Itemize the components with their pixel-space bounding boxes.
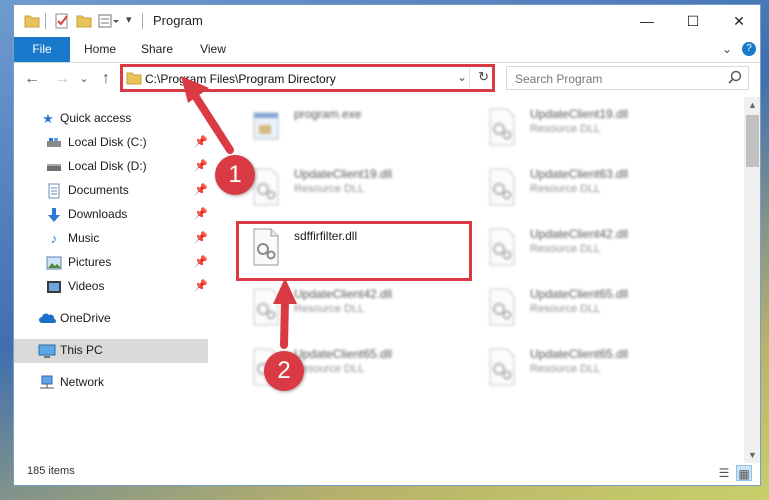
step-2-callout: 2 (264, 351, 304, 391)
arrow-2 (273, 278, 297, 349)
arrow-1 (181, 76, 234, 154)
annotation-overlay (181, 76, 297, 349)
step-1-callout: 1 (215, 155, 255, 195)
